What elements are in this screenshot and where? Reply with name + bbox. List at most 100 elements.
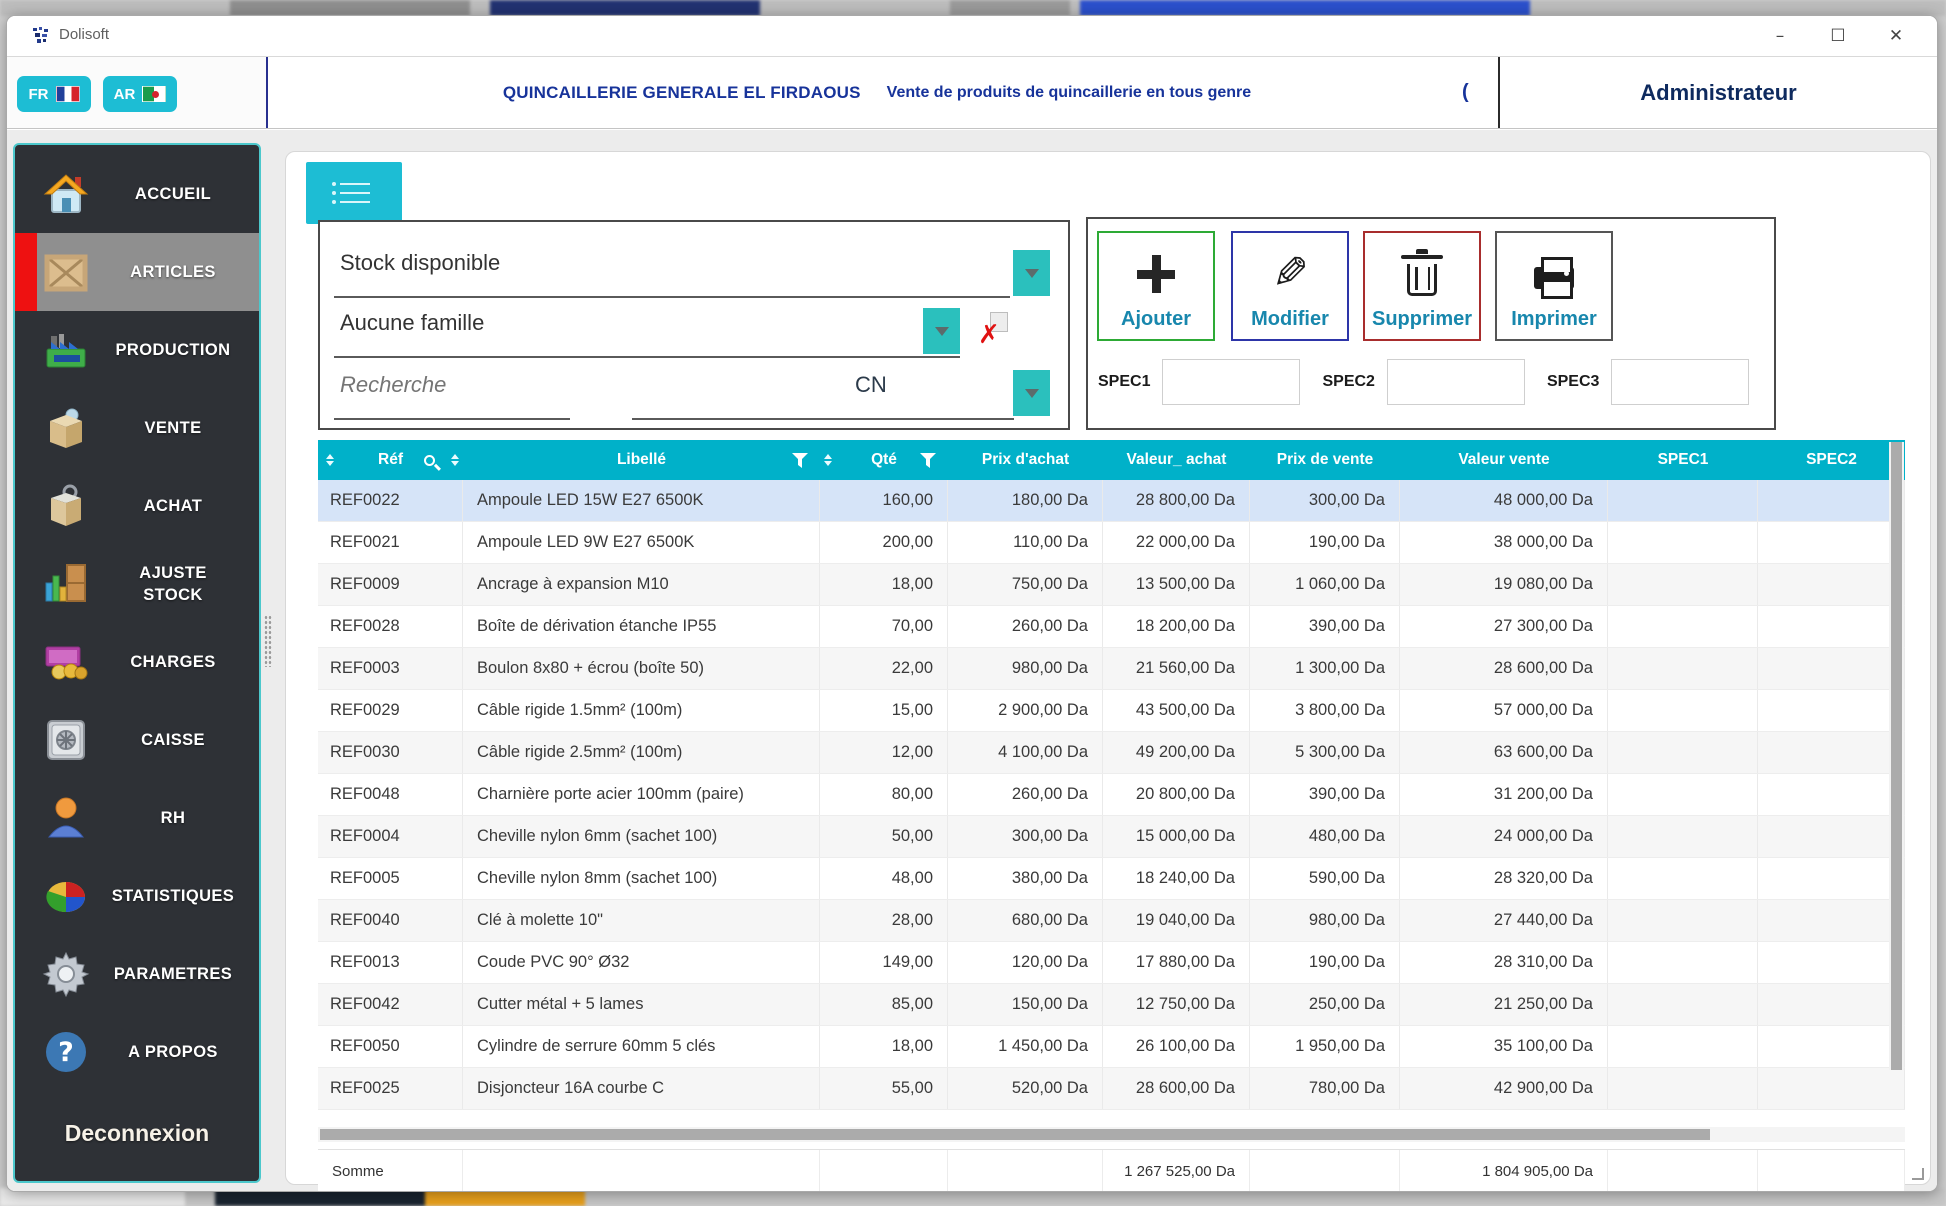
search-input[interactable]: [340, 372, 580, 398]
company-name: QUINCAILLERIE GENERALE EL FIRDAOUS: [502, 82, 861, 102]
table-row[interactable]: REF0009 Ancrage à expansion M10 18,00 750,0…: [318, 564, 1905, 606]
cell-ref: REF0025: [318, 1068, 463, 1109]
maximize-button[interactable]: ☐: [1809, 16, 1867, 56]
add-button[interactable]: Ajouter: [1097, 231, 1215, 341]
lang-ar-button[interactable]: AR: [103, 76, 177, 112]
table-row[interactable]: REF0004 Cheville nylon 6mm (sachet 100) 50…: [318, 816, 1905, 858]
column-header-spec1[interactable]: SPEC1: [1608, 440, 1758, 480]
table-row[interactable]: REF0022 Ampoule LED 15W E27 6500K 160,00 18…: [318, 480, 1905, 522]
cell-prix_vente: 390,00 Da: [1250, 606, 1400, 647]
sidebar-item-ajuste-stock[interactable]: AJUSTE STOCK: [15, 545, 259, 623]
cell-valeur_vente: 57 000,00 Da: [1400, 690, 1608, 731]
cell-valeur_achat: 18 200,00 Da: [1103, 606, 1250, 647]
close-button[interactable]: ✕: [1867, 16, 1925, 56]
stock-filter-dropdown-button[interactable]: [1013, 250, 1050, 296]
horizontal-scrollbar[interactable]: [318, 1127, 1905, 1142]
spec2-input[interactable]: [1386, 359, 1525, 405]
column-header-prix-vente[interactable]: Prix de vente: [1250, 440, 1400, 480]
add-button-label: Ajouter: [1121, 308, 1191, 330]
sidebar-item-production[interactable]: PRODUCTION: [15, 311, 259, 389]
spec1-input[interactable]: [1162, 359, 1301, 405]
pie-chart-icon: [41, 871, 91, 921]
cell-qte: 200,00: [820, 522, 948, 563]
table-row[interactable]: REF0029 Câble rigide 1.5mm² (100m) 15,00 2 …: [318, 690, 1905, 732]
cell-prix_achat: 680,00 Da: [948, 900, 1103, 941]
sidebar-item-articles[interactable]: ARTICLES: [15, 233, 259, 311]
sidebar-item-vente[interactable]: VENTE: [15, 389, 259, 467]
sidebar-item-charges[interactable]: CHARGES: [15, 623, 259, 701]
column-header-ref[interactable]: Réf: [318, 440, 463, 480]
cell-prix_vente: 1 060,00 Da: [1250, 564, 1400, 605]
list-view-button[interactable]: [306, 162, 402, 224]
sidebar-item-achat[interactable]: ACHAT: [15, 467, 259, 545]
cell-spec1: [1608, 648, 1758, 689]
cell-prix_achat: 2 900,00 Da: [948, 690, 1103, 731]
sidebar-item-statistiques[interactable]: STATISTIQUES: [15, 857, 259, 935]
sidebar-item-parametres[interactable]: PARAMETRES: [15, 935, 259, 1013]
lang-fr-button[interactable]: FR: [17, 76, 91, 112]
cell-qte: 48,00: [820, 858, 948, 899]
column-header-qte[interactable]: Qté: [820, 440, 948, 480]
table-row[interactable]: REF0048 Charnière porte acier 100mm (pair…: [318, 774, 1905, 816]
table-row[interactable]: REF0030 Câble rigide 2.5mm² (100m) 12,00 4 …: [318, 732, 1905, 774]
spec3-input[interactable]: [1611, 359, 1750, 405]
cell-spec2: [1758, 564, 1905, 605]
cell-ref: REF0005: [318, 858, 463, 899]
column-header-valeur-achat[interactable]: Valeur_ achat: [1103, 440, 1250, 480]
column-header-libelle[interactable]: Libellé: [463, 440, 820, 480]
cell-prix_achat: 260,00 Da: [948, 606, 1103, 647]
cell-prix_vente: 5 300,00 Da: [1250, 732, 1400, 773]
table-row[interactable]: REF0005 Cheville nylon 8mm (sachet 100) 48…: [318, 858, 1905, 900]
clear-family-filter-button[interactable]: ✗: [978, 312, 1008, 348]
search-mode-dropdown-button[interactable]: [1013, 370, 1050, 416]
sidebar-item-accueil[interactable]: ACCUEIL: [15, 155, 259, 233]
table-body: REF0022 Ampoule LED 15W E27 6500K 160,00 18…: [318, 480, 1905, 1120]
sort-icon[interactable]: [326, 454, 334, 466]
vertical-scrollbar[interactable]: [1889, 442, 1904, 1070]
cell-prix_achat: 110,00 Da: [948, 522, 1103, 563]
column-header-valeur-vente[interactable]: Valeur vente: [1400, 440, 1608, 480]
table-row[interactable]: REF0013 Coude PVC 90° Ø32 149,00 120,00 Da 1…: [318, 942, 1905, 984]
cell-valeur_vente: 27 440,00 Da: [1400, 900, 1608, 941]
filter-funnel-icon[interactable]: [792, 452, 808, 468]
search-row: CN: [320, 362, 1068, 422]
sidebar-item-rh[interactable]: RH: [15, 779, 259, 857]
table-row[interactable]: REF0050 Cylindre de serrure 60mm 5 clés 18…: [318, 1026, 1905, 1068]
cell-qte: 85,00: [820, 984, 948, 1025]
cell-valeur_vente: 28 320,00 Da: [1400, 858, 1608, 899]
sort-icon[interactable]: [451, 454, 459, 466]
sidebar-item-a-propos[interactable]: ? A PROPOS: [15, 1013, 259, 1091]
table-row[interactable]: REF0021 Ampoule LED 9W E27 6500K 200,00 110…: [318, 522, 1905, 564]
edit-button[interactable]: ✎ Modifier: [1231, 231, 1349, 341]
cell-prix_achat: 300,00 Da: [948, 816, 1103, 857]
cell-spec2: [1758, 774, 1905, 815]
minimize-button[interactable]: –: [1751, 16, 1809, 56]
cell-prix_vente: 390,00 Da: [1250, 774, 1400, 815]
column-header-prix-achat[interactable]: Prix d'achat: [948, 440, 1103, 480]
title-bar[interactable]: Dolisoft – ☐ ✕: [7, 16, 1937, 56]
search-icon[interactable]: [424, 454, 435, 466]
family-filter-dropdown-button[interactable]: [923, 308, 960, 354]
factory-icon: [41, 325, 91, 375]
column-header-spec2[interactable]: SPEC2 ›: [1758, 440, 1905, 480]
sidebar-item-label: ARTICLES: [130, 262, 216, 281]
family-filter-value: Aucune famille: [340, 310, 485, 335]
resize-grip-icon[interactable]: [1912, 1168, 1924, 1180]
table-row[interactable]: REF0025 Disjoncteur 16A courbe C 55,00 520,…: [318, 1068, 1905, 1110]
sale-box-icon: [41, 403, 91, 453]
cell-prix_achat: 1 450,00 Da: [948, 1026, 1103, 1067]
splitter-handle[interactable]: [264, 615, 272, 667]
table-row[interactable]: REF0028 Boîte de dérivation étanche IP55 7…: [318, 606, 1905, 648]
cell-valeur_vente: 48 000,00 Da: [1400, 480, 1608, 521]
table-row[interactable]: REF0040 Clé à molette 10" 28,00 680,00 Da 19…: [318, 900, 1905, 942]
money-icon: [41, 637, 91, 687]
delete-button[interactable]: Supprimer: [1363, 231, 1481, 341]
filter-funnel-icon[interactable]: [920, 452, 936, 468]
table-row[interactable]: REF0003 Boulon 8x80 + écrou (boîte 50) 22,…: [318, 648, 1905, 690]
logout-button[interactable]: Deconnexion: [15, 1101, 259, 1165]
table-row[interactable]: REF0042 Cutter métal + 5 lames 85,00 150,00…: [318, 984, 1905, 1026]
sort-icon[interactable]: [824, 454, 832, 466]
sidebar-item-caisse[interactable]: CAISSE: [15, 701, 259, 779]
print-button[interactable]: Imprimer: [1495, 231, 1613, 341]
cell-valeur_achat: 19 040,00 Da: [1103, 900, 1250, 941]
